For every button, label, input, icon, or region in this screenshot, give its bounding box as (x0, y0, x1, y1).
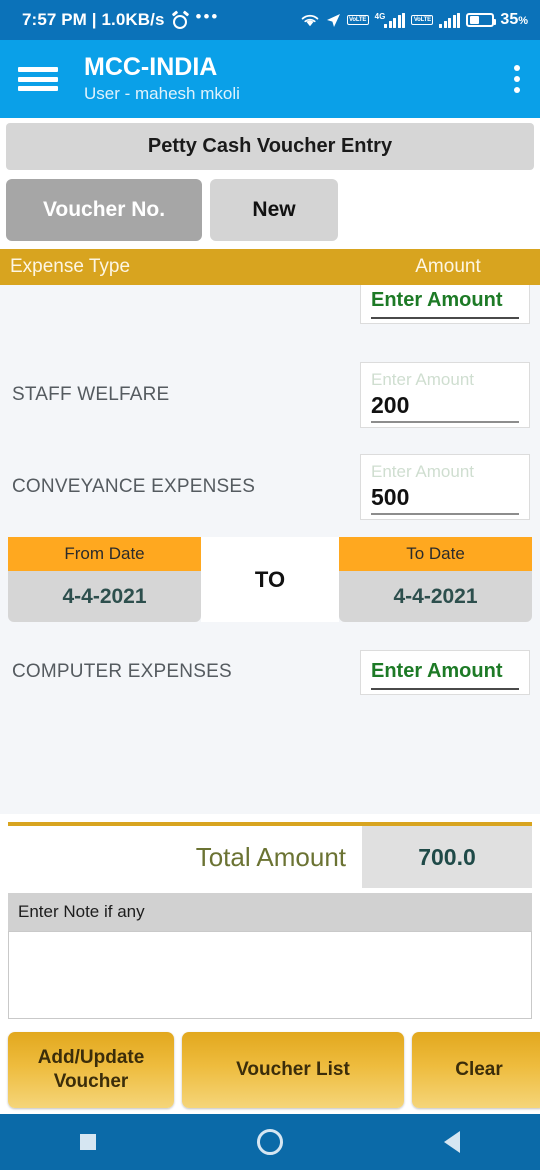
to-date-value[interactable]: 4-4-2021 (339, 571, 532, 622)
amount-value: 500 (371, 483, 519, 515)
volte-icon-1: VoLTE (346, 15, 369, 25)
expense-label: COMPUTER EXPENSES (12, 661, 232, 682)
alarm-icon (171, 9, 189, 29)
kebab-menu-icon[interactable] (514, 65, 520, 93)
amount-placeholder-text: Enter Amount (371, 286, 519, 319)
date-separator: TO (201, 537, 339, 622)
app-bar: MCC-INDIA User - mahesh mkoli (0, 40, 540, 118)
note-section: Enter Note if any (8, 893, 532, 1024)
back-icon[interactable] (443, 1131, 460, 1153)
total-amount-row: Total Amount 700.0 (0, 826, 540, 888)
app-title: MCC-INDIA (84, 53, 218, 81)
wifi-icon (300, 12, 320, 28)
amount-hint-label: Enter Amount (371, 462, 475, 481)
status-bar-right: VoLTE 4G VoLTE 35% (300, 11, 528, 29)
status-more-icon: ••• (195, 7, 220, 26)
amount-placeholder-text: Enter Amount (371, 657, 519, 690)
app-subtitle-user: User - mahesh mkoli (84, 84, 240, 103)
recent-apps-icon[interactable] (80, 1134, 97, 1150)
expense-table-header: Expense Type Amount (0, 249, 540, 285)
expense-label: CONVEYANCE EXPENSES (12, 476, 256, 497)
volte-icon-2: VoLTE (411, 15, 434, 25)
from-date-cell[interactable]: From Date 4-4-2021 (8, 537, 201, 622)
voucher-list-button[interactable]: Voucher List (182, 1032, 404, 1108)
signal-icon-1: 4G (375, 12, 406, 28)
hamburger-menu-icon[interactable] (18, 64, 58, 94)
note-input[interactable] (8, 931, 532, 1019)
app-screen: 7:57 PM | 1.0KB/s ••• VoLTE 4G VoLTE 35%… (0, 0, 540, 1170)
total-amount-value: 700.0 (362, 826, 532, 888)
action-button-bar: Add/Update Voucher Voucher List Clear (0, 1024, 540, 1114)
expense-list[interactable]: Enter Amount STAFF WELFARE Enter Amount … (0, 285, 540, 814)
column-header-amount: Amount (415, 256, 481, 277)
battery-icon (466, 13, 497, 27)
location-arrow-icon (326, 13, 341, 28)
amount-value: 200 (371, 391, 519, 423)
add-update-voucher-button[interactable]: Add/Update Voucher (8, 1032, 174, 1108)
battery-percent: 35% (500, 11, 528, 28)
page-title: Petty Cash Voucher Entry (6, 123, 534, 170)
amount-input[interactable]: Enter Amount 200 (360, 362, 530, 428)
expense-row[interactable]: CONVEYANCE EXPENSES Enter Amount 500 (0, 441, 540, 533)
expense-row[interactable]: STAFF WELFARE Enter Amount 200 (0, 349, 540, 441)
clear-button[interactable]: Clear (412, 1032, 540, 1108)
to-date-label: To Date (339, 537, 532, 571)
amount-input[interactable]: Enter Amount (360, 649, 530, 695)
voucher-no-button[interactable]: Voucher No. (6, 179, 202, 241)
status-clock: 7:57 PM | 1.0KB/s (22, 10, 165, 29)
column-header-expense-type: Expense Type (10, 256, 131, 277)
note-header-label: Enter Note if any (8, 893, 532, 931)
expense-row[interactable]: Enter Amount (0, 285, 540, 349)
from-date-value[interactable]: 4-4-2021 (8, 571, 201, 622)
home-icon[interactable] (256, 1129, 283, 1155)
expense-row[interactable]: COMPUTER EXPENSES Enter Amount (0, 622, 540, 722)
amount-hint-label: Enter Amount (371, 370, 475, 389)
voucher-toolbar: Voucher No. New (0, 170, 540, 249)
new-voucher-button[interactable]: New (210, 179, 338, 241)
expense-label: STAFF WELFARE (12, 384, 170, 405)
amount-input[interactable]: Enter Amount (360, 285, 530, 324)
amount-input[interactable]: Enter Amount 500 (360, 454, 530, 520)
to-date-cell[interactable]: To Date 4-4-2021 (339, 537, 532, 622)
android-nav-bar (0, 1114, 540, 1170)
signal-icon-2 (439, 12, 461, 28)
add-update-voucher-label: Add/Update Voucher (37, 1047, 145, 1092)
total-amount-label: Total Amount (195, 841, 346, 872)
status-bar-left: 7:57 PM | 1.0KB/s ••• (22, 7, 220, 30)
from-date-label: From Date (8, 537, 201, 571)
date-range-selector: From Date 4-4-2021 TO To Date 4-4-2021 (8, 537, 532, 622)
app-bar-titles: MCC-INDIA User - mahesh mkoli (84, 52, 240, 106)
status-bar: 7:57 PM | 1.0KB/s ••• VoLTE 4G VoLTE 35% (0, 0, 540, 40)
